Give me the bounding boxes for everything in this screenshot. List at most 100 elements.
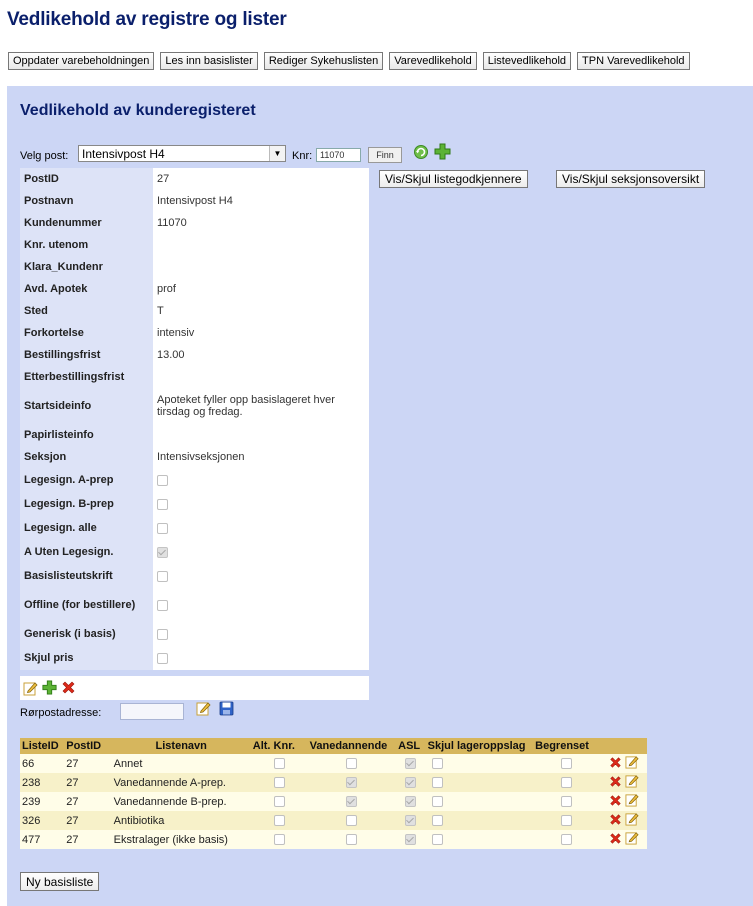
list-id: 66 xyxy=(20,754,65,773)
legesign-a-checkbox[interactable] xyxy=(157,474,168,486)
col-header: PostID xyxy=(64,738,112,754)
post-select[interactable]: Intensivpost H4 ▼ xyxy=(78,145,286,162)
hide-stock-lookup-checkbox[interactable] xyxy=(431,777,443,789)
new-basislist-button[interactable]: Ny basisliste xyxy=(20,872,100,891)
field-label: Forkortelse xyxy=(20,322,153,344)
restricted-checkbox[interactable] xyxy=(561,777,573,789)
list-row: 239 27 Vanedannende B-prep. xyxy=(20,792,647,811)
habit-forming-checkbox[interactable] xyxy=(346,796,358,808)
list-name: Vanedannende A-prep. xyxy=(111,773,251,792)
refresh-icon[interactable] xyxy=(413,144,429,160)
edit-hospital-list-button[interactable]: Rediger Sykehuslisten xyxy=(263,52,384,70)
delete-icon[interactable] xyxy=(609,756,622,772)
edit-icon[interactable] xyxy=(625,755,639,772)
field-label: Kundenummer xyxy=(20,212,153,234)
field-value: 11070 xyxy=(153,212,369,234)
import-basislists-button[interactable]: Les inn basislister xyxy=(160,52,258,70)
restricted-checkbox[interactable] xyxy=(561,815,573,827)
field-value xyxy=(153,366,369,388)
tpn-item-maintenance-button[interactable]: TPN Varevedlikehold xyxy=(577,52,690,70)
add-post-icon[interactable] xyxy=(434,143,451,160)
item-maintenance-button[interactable]: Varevedlikehold xyxy=(389,52,477,70)
restricted-checkbox[interactable] xyxy=(561,758,573,770)
alt-knr-checkbox[interactable] xyxy=(273,758,285,770)
delete-icon[interactable] xyxy=(609,775,622,791)
hide-stock-lookup-checkbox[interactable] xyxy=(431,834,443,846)
list-id: 238 xyxy=(20,773,65,792)
habit-forming-checkbox[interactable] xyxy=(346,815,358,827)
save-icon[interactable] xyxy=(219,701,234,716)
alt-knr-checkbox[interactable] xyxy=(273,796,285,808)
list-name: Antibiotika xyxy=(111,811,251,830)
field-label: Legesign. B-prep xyxy=(20,492,153,516)
habit-forming-checkbox[interactable] xyxy=(346,834,358,846)
list-post-id: 27 xyxy=(64,830,112,849)
col-header: ASL xyxy=(396,738,426,754)
toggle-sections-button[interactable]: Vis/Skjul seksjonsoversikt xyxy=(556,170,706,188)
edit-icon[interactable] xyxy=(196,701,211,716)
list-id: 326 xyxy=(20,811,65,830)
basislist-print-checkbox[interactable] xyxy=(157,570,168,582)
list-post-id: 27 xyxy=(64,754,112,773)
restricted-checkbox[interactable] xyxy=(561,834,573,846)
field-label: Papirlisteinfo xyxy=(20,424,153,446)
edit-icon[interactable] xyxy=(625,831,639,848)
col-header: Listenavn xyxy=(111,738,251,754)
edit-icon[interactable] xyxy=(23,681,38,696)
list-name: Annet xyxy=(111,754,251,773)
asl-checkbox[interactable] xyxy=(405,834,417,846)
asl-checkbox[interactable] xyxy=(405,777,417,789)
page-title: Vedlikehold av registre og lister xyxy=(7,9,287,30)
delete-icon[interactable] xyxy=(609,813,622,829)
field-label: Sted xyxy=(20,300,153,322)
add-icon[interactable] xyxy=(42,680,57,695)
edit-icon[interactable] xyxy=(625,774,639,791)
section-title: Vedlikehold av kunderegisteret xyxy=(20,102,256,119)
asl-checkbox[interactable] xyxy=(405,758,417,770)
ror-input[interactable] xyxy=(120,703,184,720)
hide-price-checkbox[interactable] xyxy=(157,652,168,664)
asl-checkbox[interactable] xyxy=(405,796,417,808)
field-value: 13.00 xyxy=(153,344,369,366)
edit-icon[interactable] xyxy=(625,812,639,829)
alt-knr-checkbox[interactable] xyxy=(273,834,285,846)
form-actions xyxy=(20,676,369,700)
post-select-label: Velg post: xyxy=(20,150,69,162)
update-stock-button[interactable]: Oppdater varebeholdningen xyxy=(8,52,155,70)
top-nav: Oppdater varebeholdningen Les inn basisli… xyxy=(8,52,696,70)
list-row: 326 27 Antibiotika xyxy=(20,811,647,830)
field-label: Offline (for bestillere) xyxy=(20,588,153,622)
delete-icon[interactable] xyxy=(609,832,622,848)
field-label: Legesign. alle xyxy=(20,516,153,540)
field-label: Postnavn xyxy=(20,190,153,212)
field-value: prof xyxy=(153,278,369,300)
offline-checkbox[interactable] xyxy=(157,599,168,611)
hide-stock-lookup-checkbox[interactable] xyxy=(431,758,443,770)
legesign-all-checkbox[interactable] xyxy=(157,522,168,534)
hide-stock-lookup-checkbox[interactable] xyxy=(431,815,443,827)
field-label: PostID xyxy=(20,168,153,190)
a-without-legesign-checkbox[interactable] xyxy=(157,546,168,558)
restricted-checkbox[interactable] xyxy=(561,796,573,808)
delete-icon[interactable] xyxy=(61,680,76,695)
list-post-id: 27 xyxy=(64,811,112,830)
list-maintenance-button[interactable]: Listevedlikehold xyxy=(482,52,572,70)
legesign-b-checkbox[interactable] xyxy=(157,498,168,510)
habit-forming-checkbox[interactable] xyxy=(346,777,358,789)
chevron-down-icon[interactable]: ▼ xyxy=(269,146,285,161)
field-value: Intensivpost H4 xyxy=(153,190,369,212)
alt-knr-checkbox[interactable] xyxy=(273,815,285,827)
basislists-table: ListeID PostID Listenavn Alt. Knr. Vaned… xyxy=(20,738,647,849)
knr-input[interactable] xyxy=(316,148,361,162)
toggle-approvers-button[interactable]: Vis/Skjul listegodkjennere xyxy=(379,170,528,188)
asl-checkbox[interactable] xyxy=(405,815,417,827)
delete-icon[interactable] xyxy=(609,794,622,810)
edit-icon[interactable] xyxy=(625,793,639,810)
hide-stock-lookup-checkbox[interactable] xyxy=(431,796,443,808)
field-label: Knr. utenom xyxy=(20,234,153,256)
find-button[interactable]: Finn xyxy=(368,147,402,163)
field-label: Generisk (i basis) xyxy=(20,622,153,646)
alt-knr-checkbox[interactable] xyxy=(273,777,285,789)
generic-checkbox[interactable] xyxy=(157,628,168,640)
habit-forming-checkbox[interactable] xyxy=(346,758,358,770)
